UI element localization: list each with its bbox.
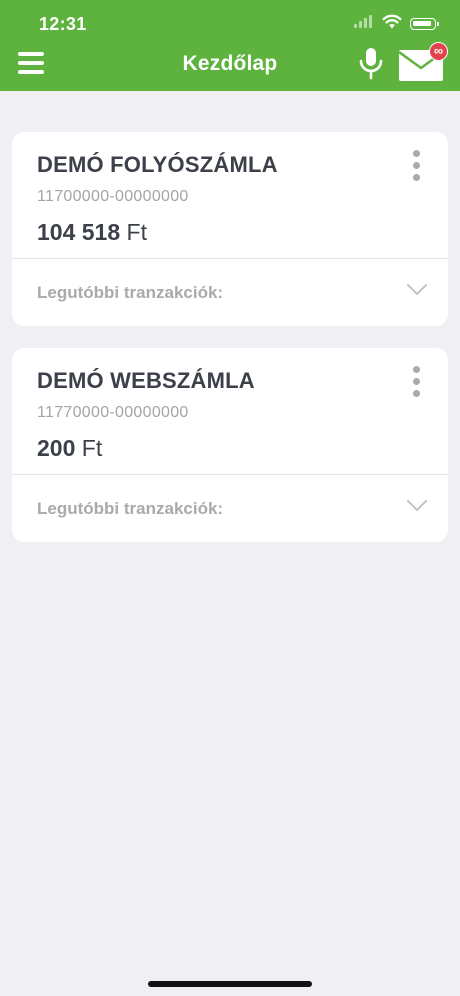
account-name: DEMÓ WEBSZÁMLA	[37, 368, 255, 393]
more-options-button[interactable]	[408, 150, 424, 188]
more-options-button[interactable]	[408, 366, 424, 404]
account-name: DEMÓ FOLYÓSZÁMLA	[37, 152, 278, 177]
balance-currency: Ft	[126, 219, 147, 245]
notification-badge: ∞	[429, 42, 448, 61]
recent-transactions-label: Legutóbbi tranzakciók:	[37, 499, 224, 518]
status-time: 12:31	[39, 14, 87, 34]
recent-transactions-toggle[interactable]: Legutóbbi tranzakciók:	[12, 475, 448, 542]
microphone-icon	[359, 48, 383, 80]
account-number: 11770000-00000000	[37, 404, 189, 421]
recent-transactions-label: Legutóbbi tranzakciók:	[37, 283, 224, 302]
recent-transactions-toggle[interactable]: Legutóbbi tranzakciók:	[12, 259, 448, 326]
home-indicator[interactable]	[148, 981, 312, 987]
status-icons	[354, 14, 439, 34]
signal-icon	[354, 14, 374, 34]
messages-button[interactable]: ∞	[398, 42, 448, 82]
account-number: 11700000-00000000	[37, 188, 189, 205]
balance-amount: 104 518	[37, 219, 121, 245]
account-balance: 200 Ft	[37, 435, 102, 462]
chevron-down-icon	[407, 284, 427, 295]
account-card[interactable]: DEMÓ WEBSZÁMLA 11770000-00000000 200 Ft …	[12, 348, 448, 542]
account-card[interactable]: DEMÓ FOLYÓSZÁMLA 11700000-00000000 104 5…	[12, 132, 448, 326]
app-header: 12:31 Kezdőlap ∞	[0, 0, 460, 91]
balance-currency: Ft	[81, 435, 103, 461]
more-vertical-icon	[408, 150, 424, 181]
account-balance: 104 518 Ft	[37, 219, 147, 246]
more-vertical-icon	[408, 366, 424, 397]
balance-amount: 200	[37, 435, 76, 461]
battery-icon	[410, 18, 439, 30]
chevron-down-icon	[407, 500, 427, 511]
page-title: Kezdőlap	[182, 52, 278, 75]
wifi-icon	[382, 14, 402, 34]
voice-input-button[interactable]	[358, 48, 384, 80]
